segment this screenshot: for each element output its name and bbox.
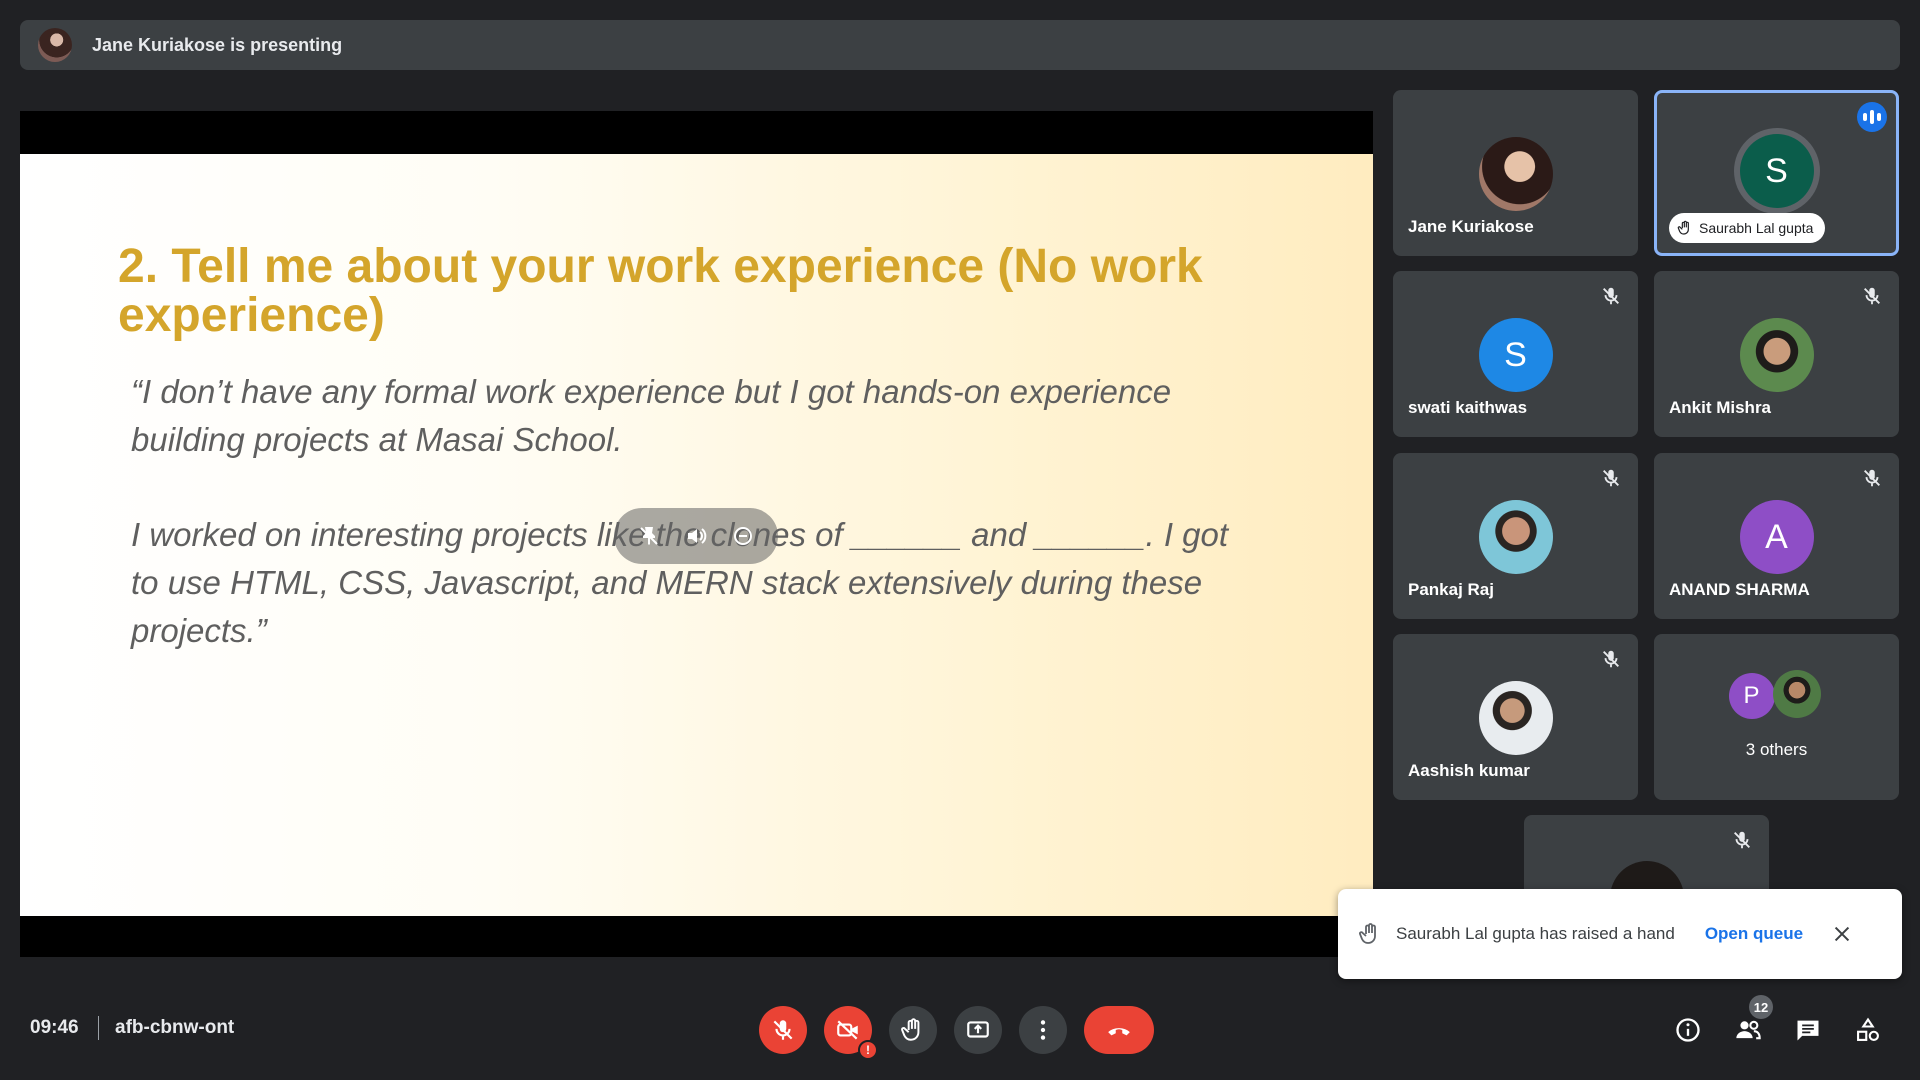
participant-tile-swati[interactable]: S swati kaithwas [1393, 271, 1638, 437]
raise-hand-icon [1359, 923, 1376, 944]
participant-name: Aashish kumar [1408, 761, 1530, 780]
speaking-icon [1857, 102, 1887, 132]
chat-button[interactable] [1792, 1014, 1824, 1046]
avatar [1739, 318, 1814, 392]
presentation-slide: 2. Tell me about your work experience (N… [20, 154, 1373, 916]
avatar [1478, 500, 1553, 574]
mic-off-icon [1603, 287, 1619, 305]
participant-name: Jane Kuriakose [1408, 217, 1534, 236]
present-now-button[interactable] [954, 1006, 1002, 1054]
hand-raised-notification: Saurabh Lal gupta has raised a hand Open… [1338, 889, 1902, 979]
volume-icon[interactable] [684, 524, 708, 548]
camera-button[interactable]: ! [824, 1006, 878, 1060]
divider [98, 1016, 99, 1040]
avatar [1772, 670, 1821, 718]
presenting-text: Jane Kuriakose is presenting [92, 34, 343, 55]
participant-name: Ankit Mishra [1669, 398, 1772, 417]
participant-tile-ankit[interactable]: Ankit Mishra [1654, 271, 1899, 437]
slide-quote-paragraph-1: “I don’t have any formal work experience… [131, 373, 1172, 458]
people-icon [1736, 1020, 1761, 1040]
end-call-icon [1108, 1028, 1130, 1036]
microphone-button[interactable] [759, 1006, 807, 1054]
present-icon [967, 1021, 989, 1038]
open-queue-link[interactable]: Open queue [1705, 924, 1803, 944]
participant-name: swati kaithwas [1408, 398, 1528, 417]
more-options-icon [1040, 1020, 1046, 1040]
participant-tile-others[interactable]: P 3 others [1654, 634, 1899, 800]
participant-count-badge: 12 [1749, 995, 1773, 1019]
participant-tile-anand[interactable]: A ANAND SHARMA [1654, 453, 1899, 619]
slide-title: 2. Tell me about your work experience (N… [118, 240, 1203, 342]
participant-tile-pankaj[interactable]: Pankaj Raj [1393, 453, 1638, 619]
participant-name: ANAND SHARMA [1669, 580, 1810, 599]
avatar: S [1739, 134, 1814, 208]
avatar-initial: P [1743, 682, 1760, 709]
mic-off-icon [1603, 650, 1619, 668]
shared-screen: 2. Tell me about your work experience (N… [20, 111, 1373, 957]
avatar [1478, 681, 1553, 755]
avatar [1478, 137, 1553, 211]
raise-hand-button[interactable] [889, 1006, 937, 1054]
others-label: 3 others [1745, 740, 1808, 759]
info-icon [1676, 1018, 1700, 1042]
participant-tile-jane[interactable]: Jane Kuriakose [1393, 90, 1638, 256]
chat-icon [1797, 1020, 1819, 1041]
leave-call-button[interactable] [1084, 1006, 1154, 1054]
presentation-hover-controls[interactable] [614, 508, 778, 564]
participant-tile-saurabh[interactable]: S Saurabh Lal gupta [1654, 90, 1899, 256]
raise-hand-icon [901, 1018, 920, 1041]
activities-button[interactable] [1852, 1014, 1884, 1046]
close-icon[interactable] [1831, 923, 1853, 945]
avatar: P [1728, 673, 1775, 719]
raise-hand-icon [1677, 220, 1689, 235]
presenter-avatar [38, 28, 72, 62]
mic-off-icon [773, 1020, 793, 1040]
camera-off-icon [837, 1020, 858, 1040]
others-avatars: P [1728, 670, 1825, 720]
meeting-time: 09:46 [30, 1017, 79, 1038]
mic-off-icon [1864, 469, 1880, 487]
avatar: S [1478, 318, 1553, 392]
hand-raised-chip: Saurabh Lal gupta [1669, 213, 1826, 243]
mic-off-icon [1734, 831, 1750, 849]
avatar-initial: S [1765, 151, 1788, 190]
pin-off-icon[interactable] [637, 524, 661, 548]
meeting-code: afb-cbnw-ont [115, 1017, 235, 1038]
meeting-details-button[interactable] [1672, 1014, 1704, 1046]
hand-chip-name: Saurabh Lal gupta [1699, 220, 1814, 236]
avatar-initial: S [1504, 335, 1527, 374]
camera-warning-badge: ! [858, 1040, 878, 1060]
activities-icon [1857, 1017, 1879, 1041]
mic-off-icon [1603, 469, 1619, 487]
participant-name: Pankaj Raj [1408, 580, 1494, 599]
presenting-banner: Jane Kuriakose is presenting [20, 20, 1900, 70]
participant-tile-aashish[interactable]: Aashish kumar [1393, 634, 1638, 800]
mic-off-icon [1864, 287, 1880, 305]
minimize-icon[interactable] [731, 524, 755, 548]
notification-message: Saurabh Lal gupta has raised a hand [1396, 924, 1675, 943]
avatar-initial: A [1765, 517, 1788, 556]
more-options-button[interactable] [1019, 1006, 1067, 1054]
avatar: A [1739, 500, 1814, 574]
